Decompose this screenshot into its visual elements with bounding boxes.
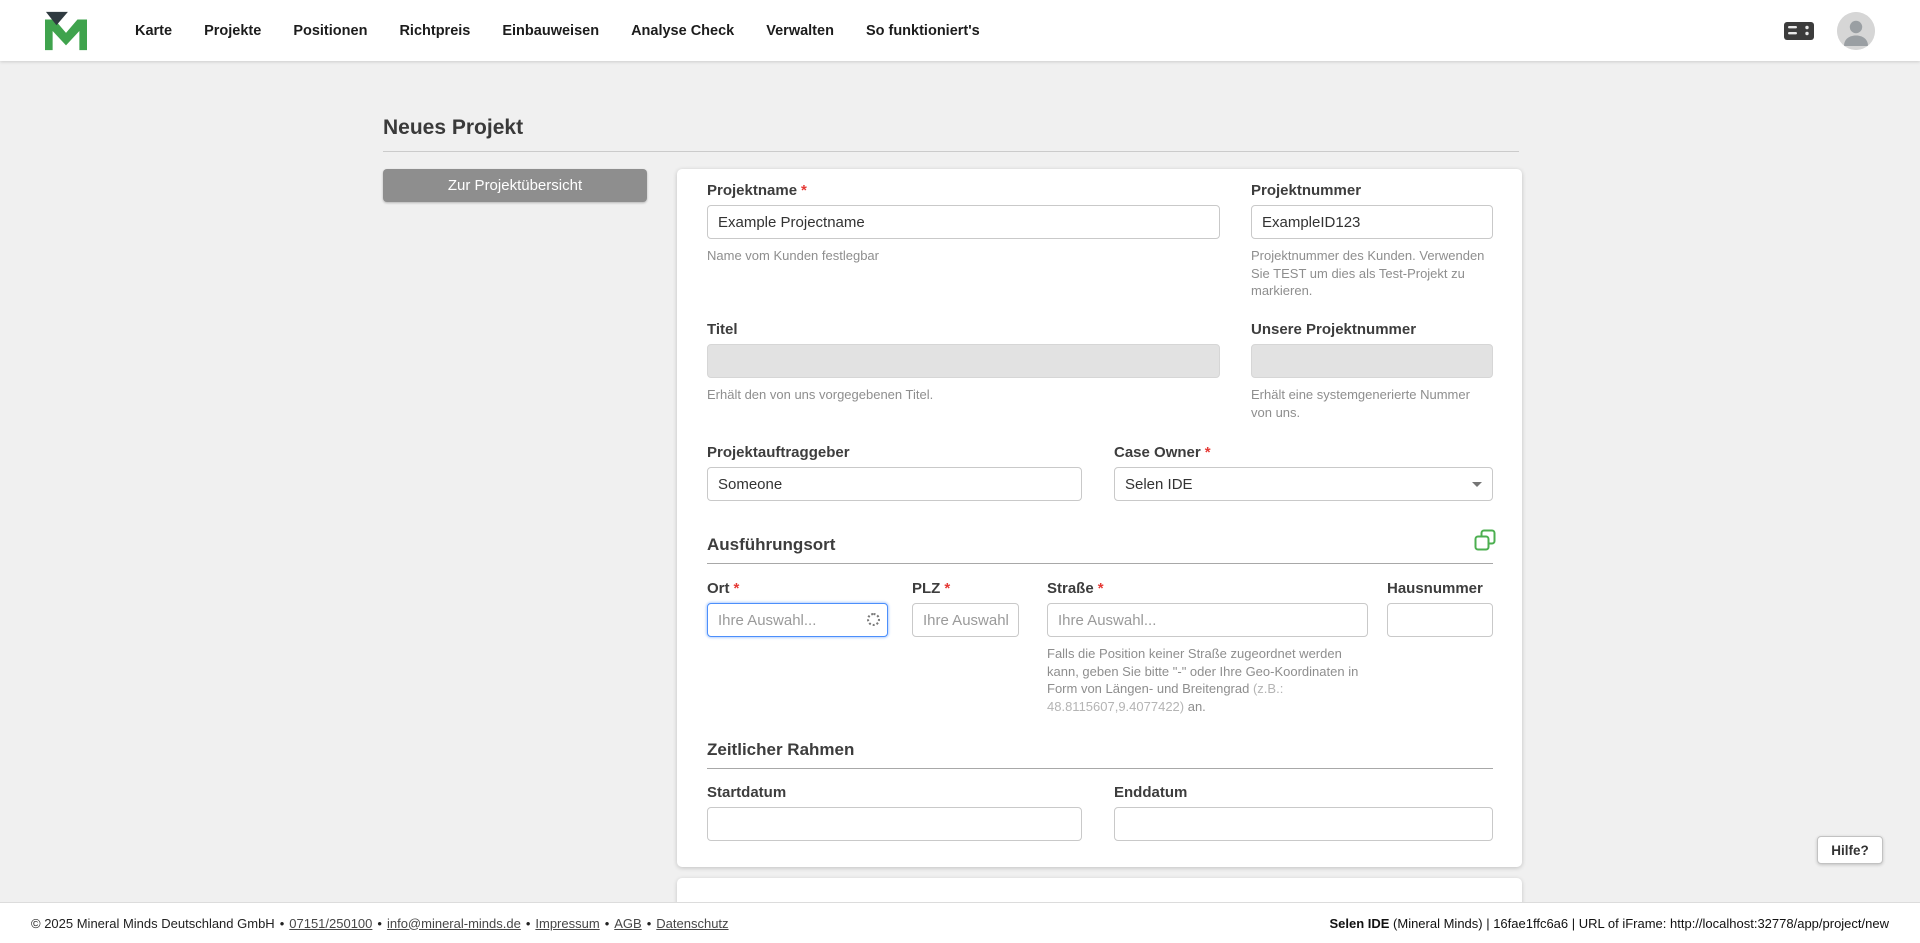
- projektauftraggeber-label: Projektauftraggeber: [707, 444, 1082, 461]
- footer-copyright: © 2025 Mineral Minds Deutschland GmbH: [31, 916, 275, 931]
- case-owner-select[interactable]: Selen IDE: [1114, 467, 1493, 501]
- person-icon: [1837, 12, 1875, 50]
- field-titel: Titel Erhält den von uns vorgegebenen Ti…: [707, 321, 1220, 404]
- footer-datenschutz-link[interactable]: Datenschutz: [656, 916, 728, 931]
- loading-spinner-icon: [867, 613, 880, 626]
- title-divider: [383, 151, 1519, 152]
- field-unsere-projektnummer: Unsere Projektnummer Erhält eine systemg…: [1251, 321, 1493, 421]
- footer-separator: •: [647, 916, 652, 931]
- field-startdatum: Startdatum: [707, 784, 1082, 841]
- required-asterisk: *: [801, 182, 807, 199]
- footer: © 2025 Mineral Minds Deutschland GmbH • …: [0, 902, 1920, 943]
- footer-separator: •: [280, 916, 285, 931]
- hausnummer-input[interactable]: [1387, 603, 1493, 637]
- section-ausfuehrungsort-heading: Ausführungsort: [707, 535, 835, 555]
- field-plz: PLZ *: [912, 580, 1019, 637]
- titel-helper: Erhält den von uns vorgegebenen Titel.: [707, 386, 1220, 404]
- nav-item-einbauweisen[interactable]: Einbauweisen: [502, 23, 599, 39]
- field-hausnummer: Hausnummer: [1387, 580, 1493, 637]
- projektname-label: Projektname *: [707, 182, 1220, 199]
- titel-label: Titel: [707, 321, 1220, 338]
- footer-impressum-link[interactable]: Impressum: [535, 916, 599, 931]
- nav-item-verwalten[interactable]: Verwalten: [766, 23, 834, 39]
- field-strasse: Straße * Falls die Position keiner Straß…: [1047, 580, 1368, 715]
- footer-user: Selen IDE: [1329, 916, 1389, 931]
- strasse-input[interactable]: [1047, 603, 1368, 637]
- projektnummer-label: Projektnummer: [1251, 182, 1493, 199]
- projektnummer-helper: Projektnummer des Kunden. Verwenden Sie …: [1251, 247, 1493, 300]
- plz-label: PLZ *: [912, 580, 1019, 597]
- mineral-minds-logo[interactable]: [45, 11, 87, 51]
- projektnummer-input[interactable]: [1251, 205, 1493, 239]
- footer-separator: •: [526, 916, 531, 931]
- nav-item-analyse-check[interactable]: Analyse Check: [631, 23, 734, 39]
- case-owner-label: Case Owner *: [1114, 444, 1493, 461]
- footer-separator: •: [377, 916, 382, 931]
- nav-item-positionen[interactable]: Positionen: [293, 23, 367, 39]
- page-title: Neues Projekt: [383, 116, 523, 140]
- unsere-projektnummer-input: [1251, 344, 1493, 378]
- project-form-card: Projektname * Name vom Kunden festlegbar…: [677, 169, 1522, 867]
- required-asterisk: *: [1098, 580, 1104, 597]
- strasse-helper: Falls die Position keiner Straße zugeord…: [1047, 645, 1368, 715]
- user-avatar[interactable]: [1837, 12, 1875, 50]
- footer-email-link[interactable]: info@mineral-minds.de: [387, 916, 521, 931]
- required-asterisk: *: [944, 580, 950, 597]
- logo-m-icon: [45, 11, 87, 51]
- plz-input[interactable]: [912, 603, 1019, 637]
- section-zeitlicher-rahmen-heading: Zeitlicher Rahmen: [707, 740, 854, 760]
- ort-input[interactable]: [707, 603, 888, 637]
- server-icon: [1783, 20, 1815, 42]
- devices-button[interactable]: [1783, 20, 1815, 42]
- ort-label: Ort *: [707, 580, 888, 597]
- enddatum-input[interactable]: [1114, 807, 1493, 841]
- copy-icon: [1474, 529, 1496, 551]
- required-asterisk: *: [1205, 444, 1211, 461]
- footer-agb-link[interactable]: AGB: [614, 916, 641, 931]
- footer-phone-link[interactable]: 07151/250100: [289, 916, 372, 931]
- strasse-label: Straße *: [1047, 580, 1368, 597]
- nav-item-projekte[interactable]: Projekte: [204, 23, 261, 39]
- unsere-projektnummer-label: Unsere Projektnummer: [1251, 321, 1493, 338]
- footer-session-details: (Mineral Minds) | 16fae1ffc6a6 | URL of …: [1389, 916, 1889, 931]
- top-navbar: Karte Projekte Positionen Richtpreis Ein…: [0, 0, 1920, 61]
- topbar-right: [1783, 12, 1875, 50]
- nav-item-richtpreis[interactable]: Richtpreis: [399, 23, 470, 39]
- main-nav: Karte Projekte Positionen Richtpreis Ein…: [135, 23, 980, 39]
- projektauftraggeber-input[interactable]: [707, 467, 1082, 501]
- project-overview-button[interactable]: Zur Projektübersicht: [383, 169, 647, 202]
- nav-item-so-funktionierts[interactable]: So funktioniert's: [866, 23, 980, 39]
- projektname-helper: Name vom Kunden festlegbar: [707, 247, 1220, 265]
- footer-left: © 2025 Mineral Minds Deutschland GmbH • …: [31, 916, 729, 931]
- field-projektauftraggeber: Projektauftraggeber: [707, 444, 1082, 501]
- unsere-projektnummer-helper: Erhält eine systemgenerierte Nummer von …: [1251, 386, 1493, 421]
- startdatum-label: Startdatum: [707, 784, 1082, 801]
- enddatum-label: Enddatum: [1114, 784, 1493, 801]
- field-enddatum: Enddatum: [1114, 784, 1493, 841]
- projektname-input[interactable]: [707, 205, 1220, 239]
- hausnummer-label: Hausnummer: [1387, 580, 1493, 597]
- ort-input-wrapper: [707, 603, 888, 637]
- case-owner-selected-value: Selen IDE: [1125, 476, 1193, 493]
- nav-item-karte[interactable]: Karte: [135, 23, 172, 39]
- app-root: Karte Projekte Positionen Richtpreis Ein…: [0, 0, 1920, 943]
- required-asterisk: *: [734, 580, 740, 597]
- startdatum-input[interactable]: [707, 807, 1082, 841]
- chevron-down-icon: [1472, 482, 1482, 487]
- titel-input: [707, 344, 1220, 378]
- footer-separator: •: [605, 916, 610, 931]
- field-case-owner: Case Owner * Selen IDE: [1114, 444, 1493, 501]
- section-divider: [707, 563, 1493, 564]
- section-divider: [707, 768, 1493, 769]
- field-projektname: Projektname * Name vom Kunden festlegbar: [707, 182, 1220, 265]
- copy-location-button[interactable]: [1474, 529, 1496, 554]
- field-projektnummer: Projektnummer Projektnummer des Kunden. …: [1251, 182, 1493, 300]
- help-button[interactable]: Hilfe?: [1817, 836, 1883, 864]
- footer-session-info: Selen IDE (Mineral Minds) | 16fae1ffc6a6…: [1329, 916, 1889, 931]
- field-ort: Ort *: [707, 580, 888, 637]
